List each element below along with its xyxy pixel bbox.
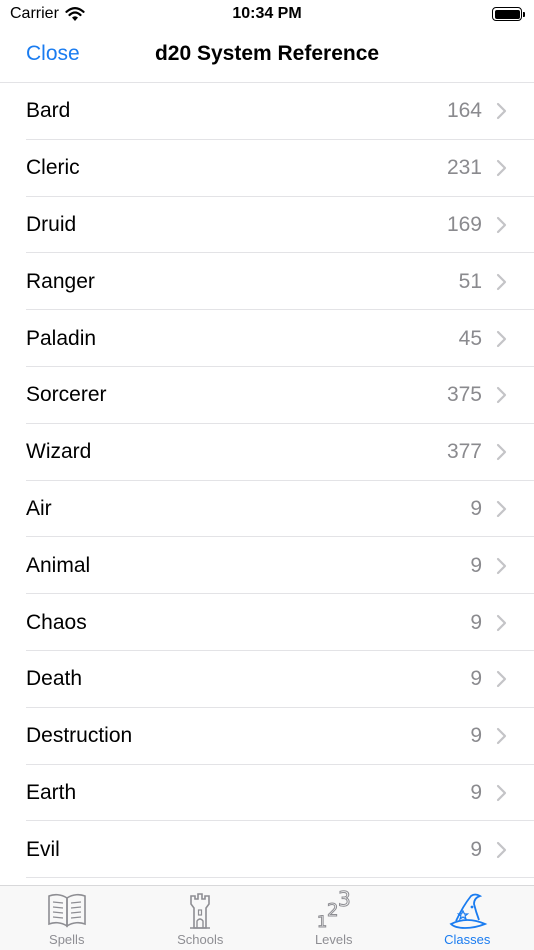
list-item[interactable]: Sorcerer 375 [0,367,534,424]
list-item-count: 377 [446,440,482,464]
list-item[interactable]: Druid 169 [0,197,534,254]
chevron-right-icon [496,273,507,290]
list-item-label: Sorcerer [26,383,107,407]
list-item-count: 164 [446,99,482,123]
chevron-right-icon [496,103,507,120]
list-item-count: 9 [470,724,482,748]
chevron-right-icon [496,557,507,574]
chevron-right-icon [496,216,507,234]
list-item-label: Death [26,667,83,691]
list-item-count: 375 [446,383,482,407]
navigation-bar: Close d20 System Reference [0,28,534,83]
list-item-count: 9 [470,553,482,577]
classes-list[interactable]: Bard 164 Cleric 231 Druid 169 Ranger 51 Paladin 4… [0,83,534,885]
list-item-count: 9 [470,496,482,520]
list-item-label: Destruction [26,724,133,748]
tab-spells-label: Spells [49,932,85,947]
tab-schools[interactable]: Schools [134,886,268,950]
svg-text:3: 3 [338,890,351,911]
tab-levels-label: Levels [314,932,353,947]
battery-icon [492,7,525,21]
tab-spells[interactable]: Spells [0,886,134,950]
tab-classes-label: Classes [444,932,491,947]
levels-123-icon: 1 2 3 [316,890,351,930]
list-item[interactable]: Cleric 231 [0,140,534,197]
tab-bar: Spells Schools 1 2 3 Levels Classes [0,885,534,950]
list-item-count: 51 [458,269,482,293]
list-item-count: 45 [458,326,482,350]
chevron-right-icon [496,444,507,461]
list-item-label: Evil [26,837,60,861]
list-item-label: Wizard [26,440,92,464]
list-item[interactable]: Wizard 377 [0,424,534,481]
list-item-label: Air [26,496,52,520]
list-item[interactable]: Paladin 45 [0,310,534,367]
list-item-count: 169 [446,212,482,236]
list-item[interactable]: Air 9 [0,481,534,538]
list-item-label: Bard [26,99,71,123]
svg-text:1: 1 [317,912,327,930]
chevron-right-icon [496,387,507,404]
chevron-right-icon [496,841,507,858]
chevron-right-icon [496,728,507,745]
list-item-count: 9 [470,780,482,804]
tab-classes[interactable]: Classes [401,886,534,950]
chevron-right-icon [496,160,507,177]
page-title: d20 System Reference [154,42,380,65]
chevron-right-icon [496,784,507,802]
list-item[interactable]: Bard 164 [0,83,534,140]
book-icon [47,893,86,928]
list-item-count: 9 [470,667,482,691]
svg-text:2: 2 [327,900,338,921]
list-item-count: 9 [470,837,482,861]
list-item[interactable]: Chaos 9 [0,594,534,651]
list-item[interactable]: Earth 9 [0,765,534,822]
tab-schools-label: Schools [177,932,224,947]
status-bar: Carrier 10:34 PM [0,0,534,28]
list-item-label: Animal [26,553,91,577]
list-item-label: Earth [26,780,77,804]
status-time: 10:34 PM [232,5,302,22]
tab-levels[interactable]: 1 2 3 Levels [267,886,401,950]
list-item-label: Cleric [26,156,80,180]
chevron-right-icon [496,614,507,631]
list-item-label: Ranger [26,269,95,293]
chevron-right-icon [496,500,507,518]
list-item-label: Druid [26,212,77,236]
list-item-count: 231 [446,156,482,180]
list-item[interactable]: Destruction 9 [0,708,534,765]
list-item-label: Chaos [26,610,87,634]
list-item[interactable]: Death 9 [0,651,534,708]
tower-icon [190,893,211,929]
chevron-right-icon [496,671,507,688]
wizard-hat-icon [449,893,488,929]
list-item-count: 9 [470,610,482,634]
list-item[interactable]: Animal 9 [0,537,534,594]
list-item-label: Paladin [26,326,97,350]
chevron-right-icon [496,330,507,347]
list-item[interactable]: Ranger 51 [0,253,534,310]
list-item[interactable]: Evil 9 [0,821,534,878]
